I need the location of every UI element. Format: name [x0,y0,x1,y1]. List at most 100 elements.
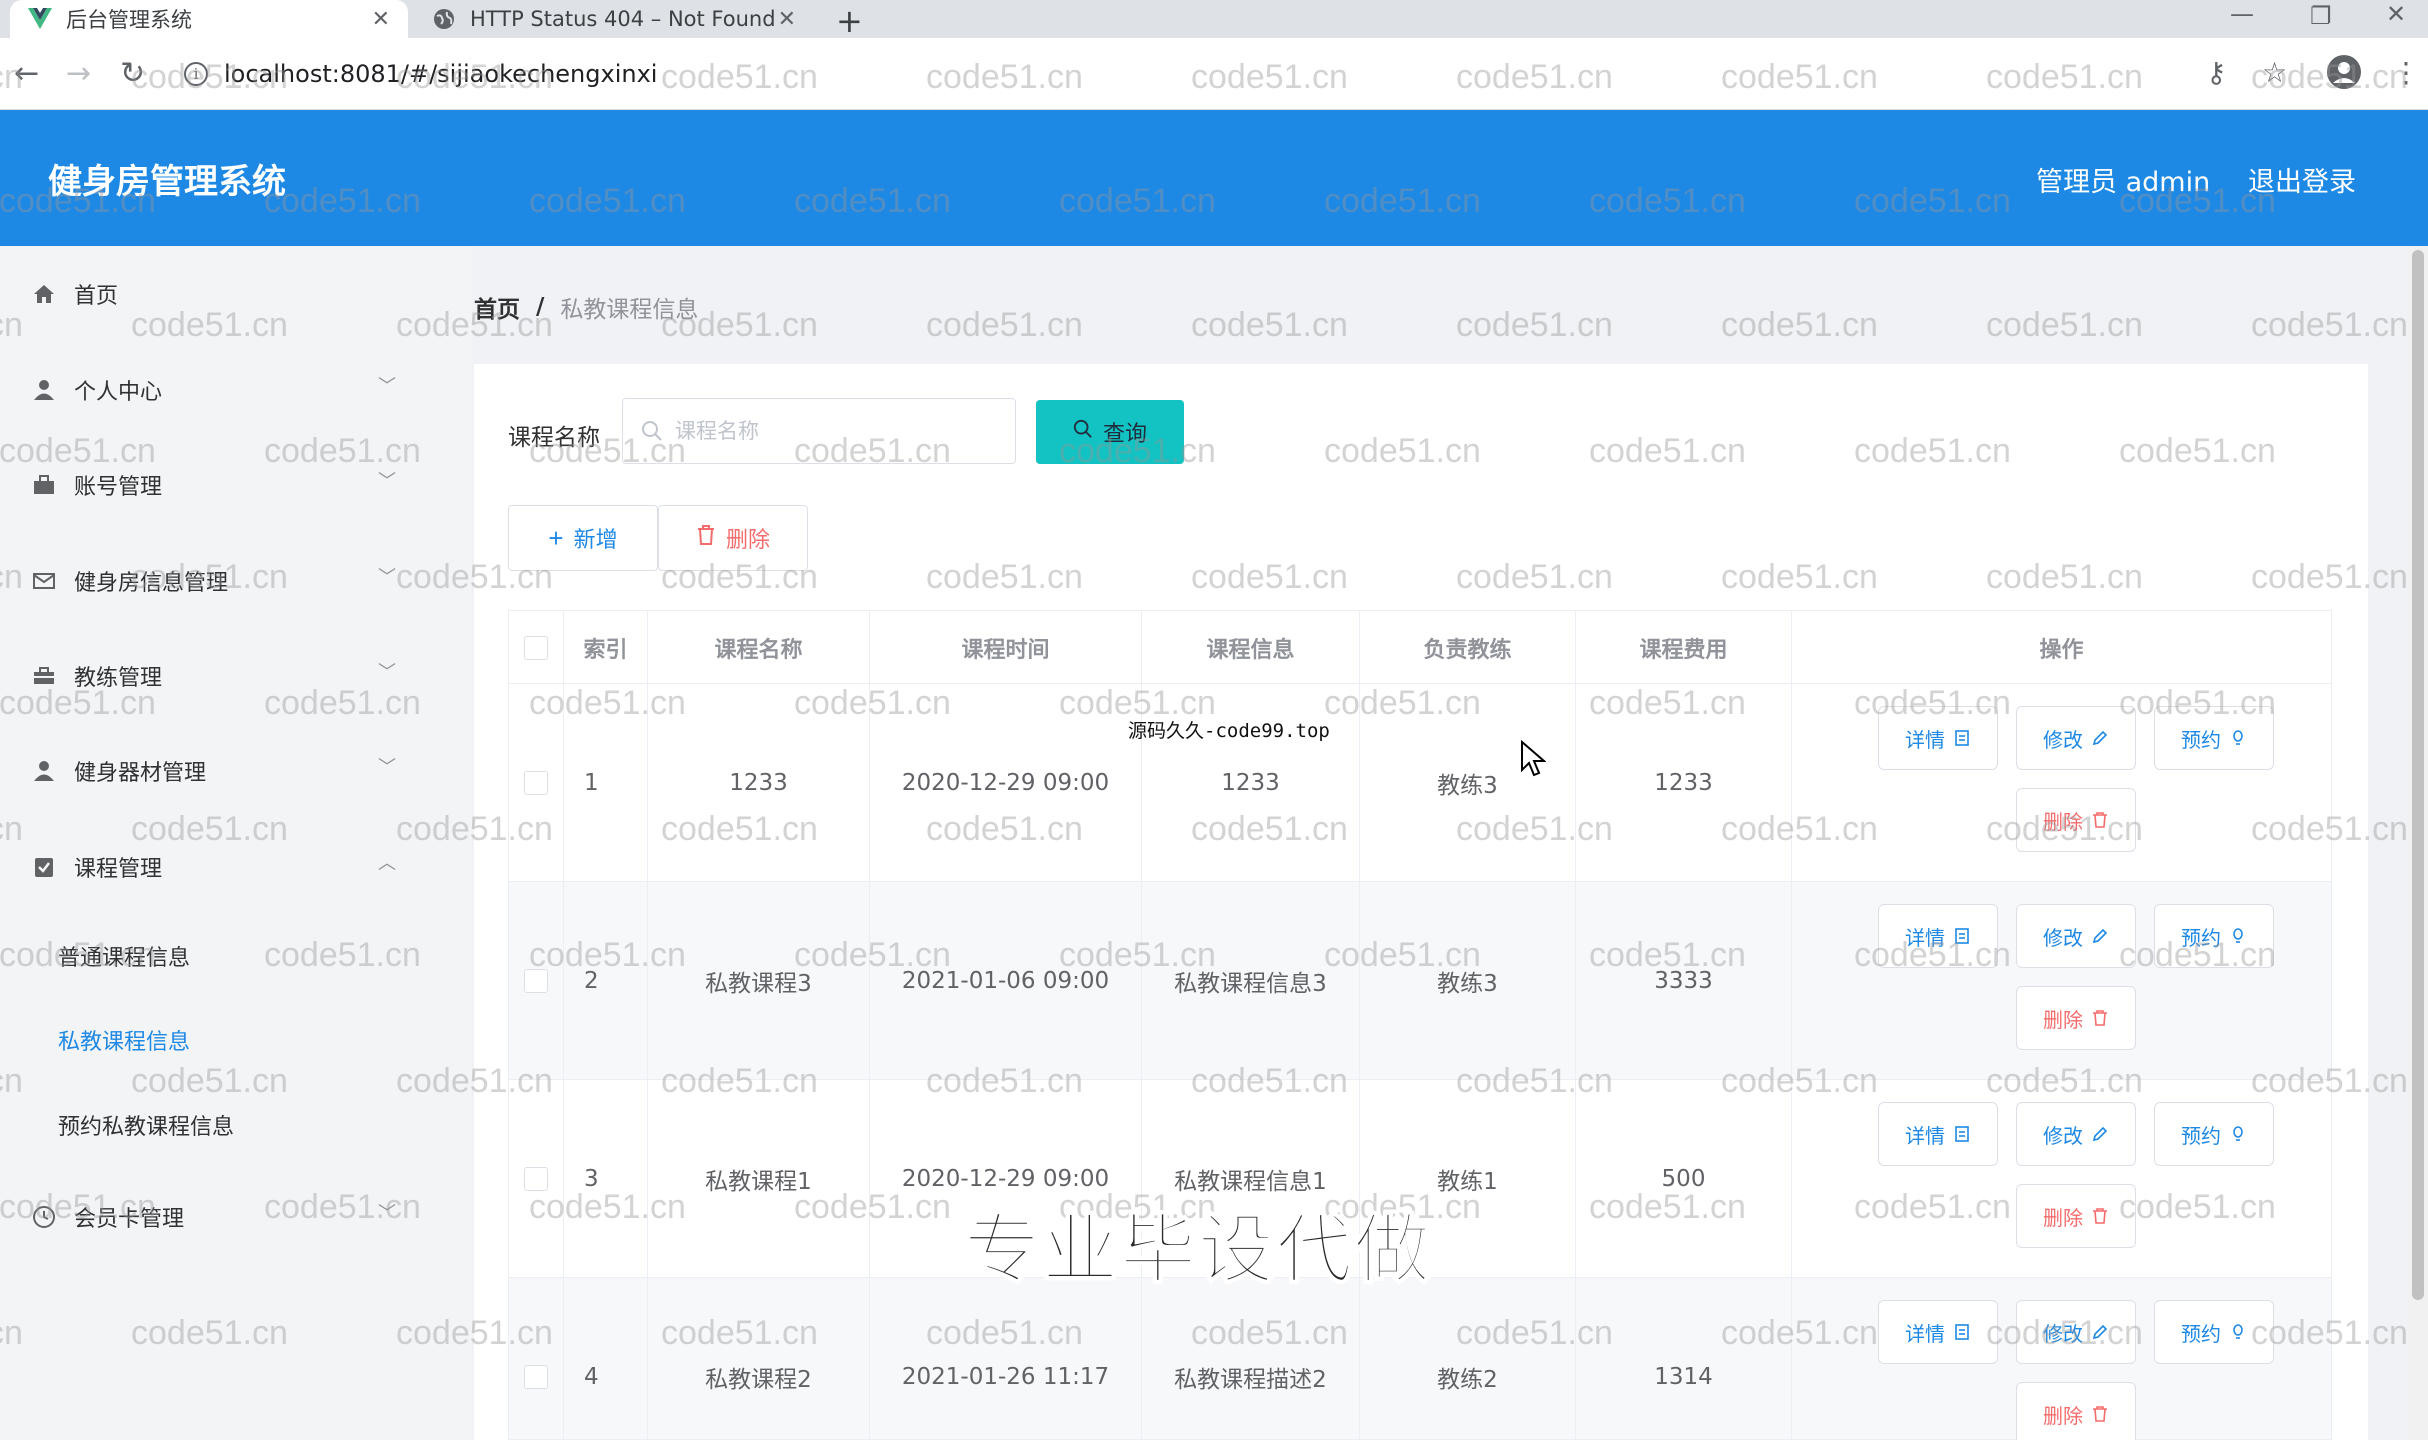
edit-icon [2092,1324,2108,1340]
book-label: 预约 [2181,727,2221,752]
sidebar-item-home[interactable]: 首页 [30,278,118,310]
trash-icon [696,524,716,552]
chevron-down-icon: ﹀ [378,376,396,397]
document-icon [1955,1324,1969,1340]
row-checkbox[interactable] [524,1365,548,1389]
mail-icon [30,567,58,595]
tab-close-icon[interactable]: ✕ [778,7,796,32]
detail-button[interactable]: 详情 [1878,904,1998,968]
sidebar [0,246,472,1440]
sidebar-subitem-booked-courses[interactable]: 预约私教课程信息 [58,1109,234,1141]
breadcrumb-home[interactable]: 首页 [474,290,520,324]
url-field[interactable]: i localhost:8081/#/sijiaokechengxinxi [184,53,657,95]
document-icon [1955,928,1969,944]
address-bar: ← → ↻ i localhost:8081/#/sijiaokechengxi… [0,38,2428,110]
query-button[interactable]: 查询 [1036,400,1184,464]
row-select-cell [508,1278,564,1440]
sidebar-item-label: 课程管理 [74,857,163,882]
back-icon[interactable]: ← [14,56,39,91]
tab-close-icon[interactable]: ✕ [372,7,390,32]
table-header: 索引 课程名称 课程时间 课程信息 负责教练 课程费用 操作 [508,610,2332,685]
app-header: 健身房管理系统 管理员 admin 退出登录 [0,110,2428,246]
detail-label: 详情 [1905,925,1945,950]
document-icon [1955,1126,1969,1142]
sidebar-subitem-private-courses[interactable]: 私教课程信息 [58,1024,190,1056]
breadcrumb-separator: / [536,294,545,320]
search-icon [1073,419,1093,445]
delete-button[interactable]: 删除 [2016,1184,2136,1248]
sidebar-item-label: 教练管理 [74,666,163,691]
table-row: 1 1233 2020-12-29 09:00 1233 教练3 1233 详情… [508,684,2332,882]
delete-button[interactable]: 删除 [2016,986,2136,1050]
cell-coach: 教练2 [1360,1278,1576,1440]
detail-button[interactable]: 详情 [1878,706,1998,770]
delete-button-label: 删除 [725,527,770,552]
document-icon [1955,730,1969,746]
profile-icon[interactable] [2326,54,2362,97]
sidebar-item-courses[interactable]: 课程管理 [30,851,162,883]
book-button[interactable]: 预约 [2154,706,2274,770]
row-checkbox[interactable] [524,771,548,795]
edit-button[interactable]: 修改 [2016,706,2136,770]
menu-dots-icon[interactable]: ⋮ [2392,56,2420,89]
detail-label: 详情 [1905,727,1945,752]
browser-tabbar: 后台管理系统 ✕ HTTP Status 404 – Not Found ✕ +… [0,0,2428,40]
chevron-down-icon: ﹀ [378,567,396,588]
header-course-info: 课程信息 [1142,611,1360,685]
book-button[interactable]: 预约 [2154,1300,2274,1364]
edit-button[interactable]: 修改 [2016,1102,2136,1166]
detail-label: 详情 [1905,1123,1945,1148]
cell-index: 4 [564,1278,648,1440]
row-checkbox[interactable] [524,969,548,993]
info-icon[interactable]: i [184,62,208,86]
window-close-icon[interactable]: ✕ [2386,0,2406,28]
sidebar-item-label: 健身房信息管理 [74,571,229,596]
watermark-text: code51.cn [1191,306,1348,344]
delete-button[interactable]: 删除 [2016,1382,2136,1440]
sidebar-item-label: 个人中心 [74,380,163,405]
search-input[interactable] [675,419,1005,443]
cell-course-info: 1233 [1142,684,1360,882]
batch-delete-button[interactable]: 删除 [658,505,808,571]
new-tab-icon[interactable]: + [836,2,863,40]
edit-button[interactable]: 修改 [2016,1300,2136,1364]
header-fee: 课程费用 [1576,611,1792,685]
forward-icon[interactable]: → [66,56,91,91]
detail-button[interactable]: 详情 [1878,1102,1998,1166]
detail-button[interactable]: 详情 [1878,1300,1998,1364]
watermark-big-text: 专业毕设代做 [963,1204,1432,1295]
row-checkbox[interactable] [524,1167,548,1191]
sidebar-item-coaches[interactable]: 教练管理 [30,660,162,692]
reload-icon[interactable]: ↻ [120,56,145,91]
delete-button[interactable]: 删除 [2016,788,2136,852]
sidebar-item-gym-info[interactable]: 健身房信息管理 [30,565,228,597]
header-course-name: 课程名称 [648,611,870,685]
page-scrollbar[interactable] [2408,246,2428,1440]
scrollbar-thumb[interactable] [2412,250,2424,1300]
sidebar-item-accounts[interactable]: 账号管理 [30,469,162,501]
key-icon[interactable]: ⚷ [2206,56,2227,89]
select-all-checkbox[interactable] [524,636,548,660]
minimize-icon[interactable]: — [2230,0,2254,28]
restore-icon[interactable]: ❐ [2310,2,2332,30]
search-input-wrapper[interactable] [622,398,1016,464]
sidebar-item-equipment[interactable]: 健身器材管理 [30,755,206,787]
book-button[interactable]: 预约 [2154,1102,2274,1166]
mouse-cursor-icon [1520,739,1547,782]
browser-tab-404[interactable]: HTTP Status 404 – Not Found ✕ [414,0,814,38]
star-icon[interactable]: ☆ [2262,56,2287,89]
sidebar-item-membership[interactable]: 会员卡管理 [30,1201,184,1233]
edit-button[interactable]: 修改 [2016,904,2136,968]
vue-logo-icon [28,7,52,31]
cell-index: 2 [564,882,648,1080]
add-button-label: 新增 [573,527,618,552]
edit-label: 修改 [2043,925,2083,950]
sidebar-item-personal[interactable]: 个人中心 [30,374,162,406]
cell-course-info: 私教课程描述2 [1142,1278,1360,1440]
sidebar-item-label: 会员卡管理 [74,1207,185,1232]
add-button[interactable]: + 新增 [508,505,658,571]
sidebar-subitem-normal-courses[interactable]: 普通课程信息 [58,940,190,972]
logout-link[interactable]: 退出登录 [2248,160,2356,199]
browser-tab-admin[interactable]: 后台管理系统 ✕ [10,0,408,38]
book-button[interactable]: 预约 [2154,904,2274,968]
